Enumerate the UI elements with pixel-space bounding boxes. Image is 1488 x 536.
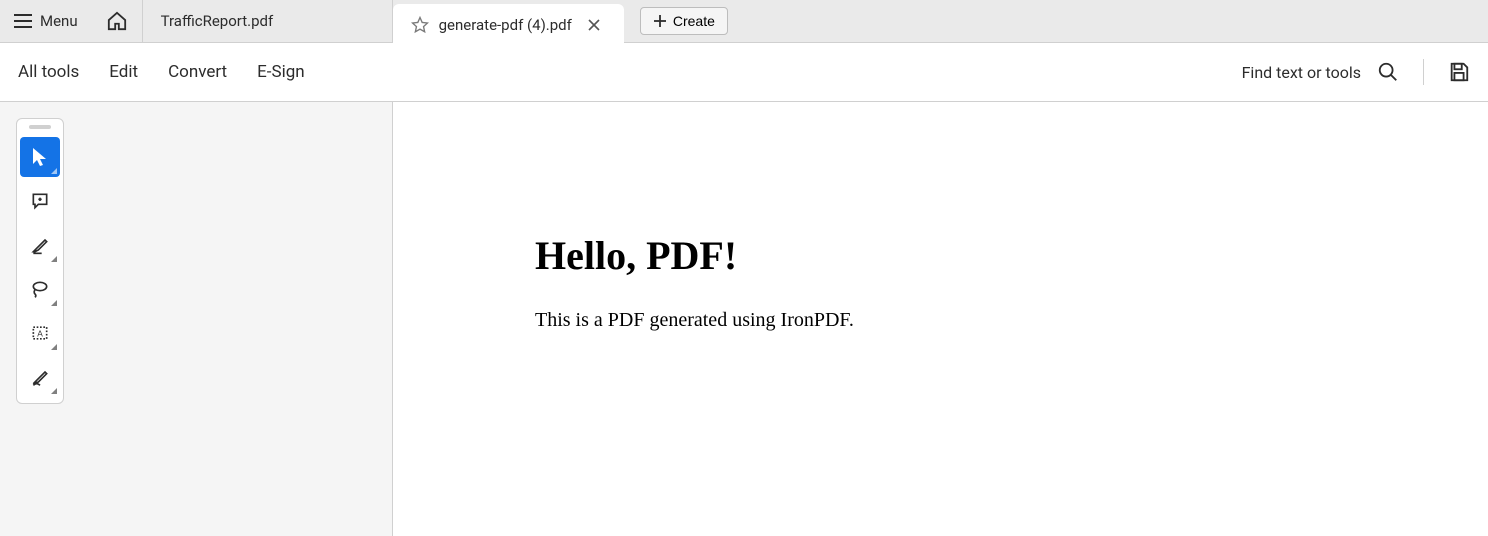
document-viewport[interactable]: Hello, PDF! This is a PDF generated usin… — [393, 102, 1488, 536]
separator — [1423, 59, 1424, 85]
main-menu-label: Menu — [40, 12, 78, 30]
corner-mark — [51, 300, 57, 306]
toolbar-convert[interactable]: Convert — [168, 62, 227, 82]
create-button[interactable]: Create — [640, 7, 728, 35]
draw-tool[interactable] — [20, 269, 60, 309]
svg-text:A: A — [37, 328, 43, 338]
main-menu-button[interactable]: Menu — [0, 0, 92, 42]
corner-mark — [51, 168, 57, 174]
hamburger-icon — [14, 14, 32, 28]
corner-mark — [51, 256, 57, 262]
comment-icon — [30, 191, 50, 211]
toolbar-esign[interactable]: E-Sign — [257, 62, 305, 82]
tool-palette: A — [16, 118, 64, 404]
sign-tool[interactable] — [20, 357, 60, 397]
toolbar-all-tools[interactable]: All tools — [18, 62, 79, 82]
select-tool[interactable] — [20, 137, 60, 177]
save-icon[interactable] — [1448, 61, 1470, 83]
star-icon — [411, 16, 429, 34]
home-button[interactable] — [92, 0, 143, 42]
palette-drag-handle[interactable] — [29, 125, 51, 129]
cursor-icon — [31, 146, 49, 168]
home-icon — [106, 11, 128, 31]
tab-bar: Menu TrafficReport.pdf generate-pdf (4).… — [0, 0, 1488, 43]
document-body: This is a PDF generated using IronPDF. — [535, 309, 1488, 332]
tab-trafficreport[interactable]: TrafficReport.pdf — [143, 0, 393, 42]
text-box-icon: A — [30, 323, 50, 343]
close-icon — [588, 19, 600, 31]
highlight-tool[interactable] — [20, 225, 60, 265]
left-panel: A — [0, 102, 393, 536]
search-icon[interactable] — [1377, 61, 1399, 83]
tab-generate-pdf[interactable]: generate-pdf (4).pdf — [393, 4, 624, 46]
create-label: Create — [673, 13, 715, 29]
tab-list: TrafficReport.pdf generate-pdf (4).pdf — [143, 0, 624, 42]
tab-label: generate-pdf (4).pdf — [439, 16, 572, 34]
secondary-toolbar: All tools Edit Convert E-Sign Find text … — [0, 43, 1488, 102]
corner-mark — [51, 388, 57, 394]
comment-tool[interactable] — [20, 181, 60, 221]
toolbar-edit[interactable]: Edit — [109, 62, 138, 82]
document-heading: Hello, PDF! — [535, 232, 1488, 279]
lasso-icon — [30, 279, 50, 299]
highlighter-icon — [30, 235, 50, 255]
find-text-label[interactable]: Find text or tools — [1242, 63, 1361, 82]
text-box-tool[interactable]: A — [20, 313, 60, 353]
pen-icon — [30, 367, 50, 387]
plus-icon — [653, 14, 667, 28]
corner-mark — [51, 344, 57, 350]
close-tab-button[interactable] — [582, 17, 606, 33]
tab-label: TrafficReport.pdf — [161, 12, 274, 30]
pdf-page: Hello, PDF! This is a PDF generated usin… — [393, 102, 1488, 332]
main-area: A Hello, PDF! This is a PDF generated us… — [0, 102, 1488, 536]
